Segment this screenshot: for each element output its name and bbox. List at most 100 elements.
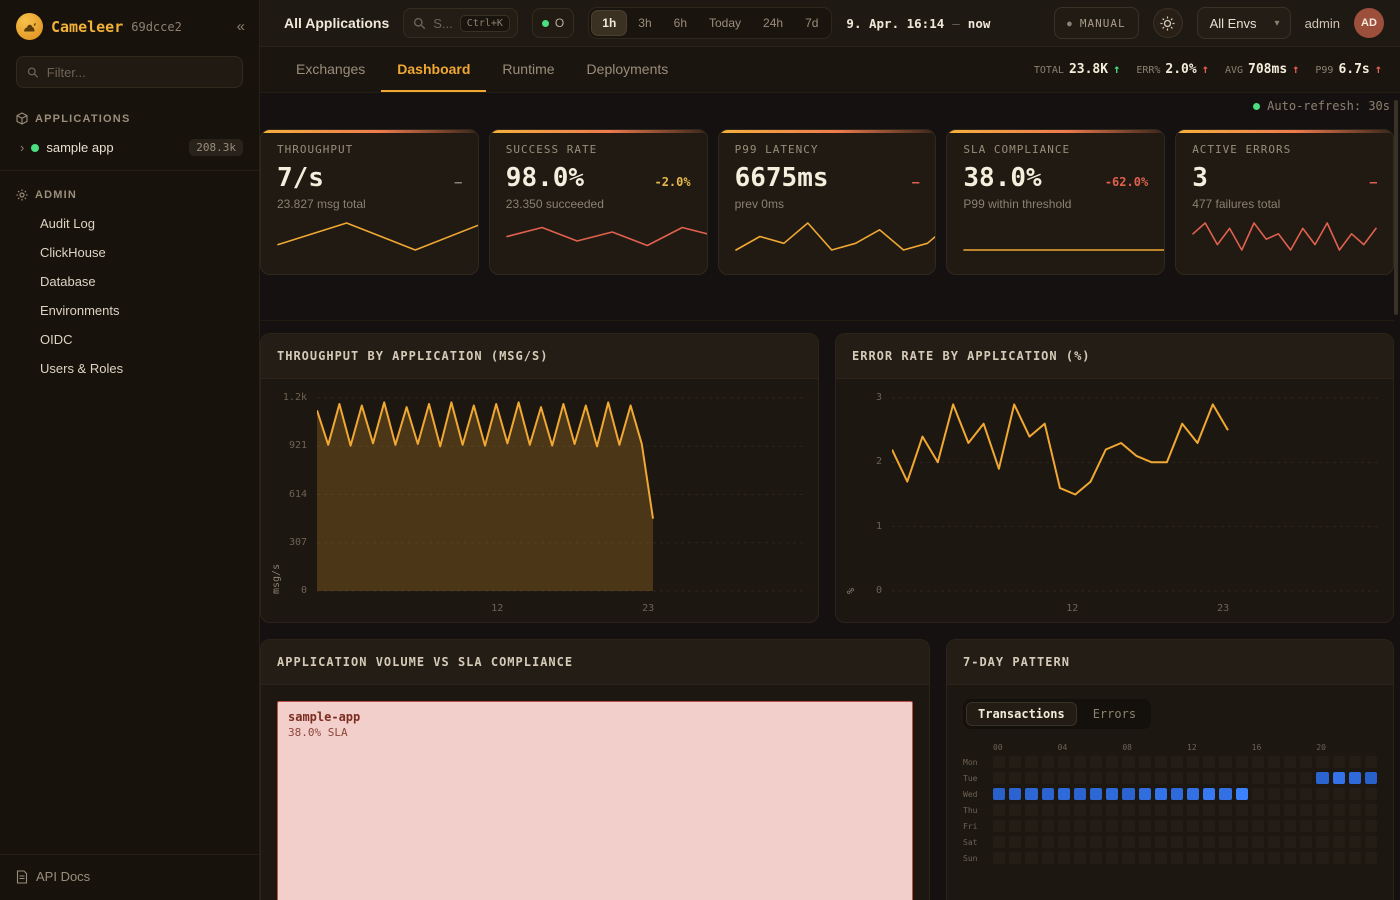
heatmap-cell[interactable] [1106,804,1118,816]
heatmap-cell[interactable] [1284,836,1296,848]
heatmap-cell[interactable] [1155,836,1167,848]
heatmap-cell[interactable] [1252,852,1264,864]
heatmap-cell[interactable] [1203,772,1215,784]
heatmap-cell[interactable] [1333,852,1345,864]
heatmap-cell[interactable] [1268,756,1280,768]
heatmap-cell[interactable] [1187,756,1199,768]
heatmap-cell[interactable] [1365,836,1377,848]
heatmap-cell[interactable] [1365,788,1377,800]
time-range-7d[interactable]: 7d [794,10,829,36]
heatmap-cell[interactable] [1139,852,1151,864]
heatmap-cell[interactable] [1203,756,1215,768]
heatmap-cell[interactable] [1009,804,1021,816]
heatmap-cell[interactable] [1074,836,1086,848]
env-select[interactable]: All Envs ▾ [1197,7,1291,39]
theme-toggle-button[interactable] [1153,8,1183,38]
heatmap-cell[interactable] [1252,820,1264,832]
heatmap-cell[interactable] [1042,756,1054,768]
heatmap-cell[interactable] [1090,852,1102,864]
heatmap-cell[interactable] [1219,820,1231,832]
heatmap-cell[interactable] [1122,788,1134,800]
heatmap-cell[interactable] [1106,836,1118,848]
heatmap-cell[interactable] [1300,820,1312,832]
heatmap-cell[interactable] [1349,836,1361,848]
heatmap-cell[interactable] [1171,772,1183,784]
heatmap-cell[interactable] [1236,836,1248,848]
time-range-3h[interactable]: 3h [627,10,662,36]
heatmap-cell[interactable] [1009,852,1021,864]
time-range-24h[interactable]: 24h [752,10,794,36]
heatmap-cell[interactable] [1252,772,1264,784]
heatmap-cell[interactable] [1042,820,1054,832]
heatmap-cell[interactable] [1252,756,1264,768]
heatmap-cell[interactable] [1187,836,1199,848]
sidebar-item-database[interactable]: Database [0,267,259,296]
avatar[interactable]: AD [1354,8,1384,38]
heatmap-cell[interactable] [1365,772,1377,784]
heatmap-cell[interactable] [1219,772,1231,784]
heatmap-cell[interactable] [1349,820,1361,832]
sidebar-item-audit-log[interactable]: Audit Log [0,209,259,238]
heatmap-cell[interactable] [1009,820,1021,832]
heatmap-cell[interactable] [1333,756,1345,768]
heatmap-cell[interactable] [1284,804,1296,816]
sidebar-item-environments[interactable]: Environments [0,296,259,325]
time-range-today[interactable]: Today [698,10,752,36]
heatmap-cell[interactable] [1300,836,1312,848]
heatmap-cell[interactable] [1058,756,1070,768]
heatmap-cell[interactable] [1074,820,1086,832]
heatmap-cell[interactable] [1316,804,1328,816]
sidebar-item-oidc[interactable]: OIDC [0,325,259,354]
sidebar-item-clickhouse[interactable]: ClickHouse [0,238,259,267]
heatmap-cell[interactable] [1090,820,1102,832]
heatmap-cell[interactable] [1187,852,1199,864]
filter-box[interactable] [16,56,243,88]
heatmap-cell[interactable] [1106,820,1118,832]
heatmap-cell[interactable] [1074,804,1086,816]
heatmap-cell[interactable] [1009,788,1021,800]
heatmap-cell[interactable] [1268,804,1280,816]
heatmap-cell[interactable] [1139,804,1151,816]
heatmap-cell[interactable] [1139,756,1151,768]
heatmap-cell[interactable] [1155,788,1167,800]
heatmap-cell[interactable] [1122,836,1134,848]
heatmap-cell[interactable] [1106,852,1118,864]
filter-input[interactable] [47,65,232,80]
heatmap-cell[interactable] [1171,788,1183,800]
sidebar-collapse-button[interactable]: « [237,18,245,35]
heatmap-cell[interactable] [1219,804,1231,816]
heatmap-cell[interactable] [1139,788,1151,800]
heatmap-cell[interactable] [1236,804,1248,816]
tab-deployments[interactable]: Deployments [571,47,685,92]
treemap-cell-sample-app[interactable]: sample-app 38.0% SLA [277,701,913,900]
heatmap-cell[interactable] [1155,804,1167,816]
heatmap-cell[interactable] [1074,788,1086,800]
heatmap-cell[interactable] [1074,852,1086,864]
scrollbar-thumb[interactable] [1394,100,1398,315]
heatmap-cell[interactable] [1252,804,1264,816]
heatmap-cell[interactable] [1106,772,1118,784]
heatmap-cell[interactable] [1042,804,1054,816]
heatmap-cell[interactable] [1122,772,1134,784]
heatmap-cell[interactable] [1268,820,1280,832]
heatmap-cell[interactable] [1219,788,1231,800]
heatmap-cell[interactable] [1300,772,1312,784]
heatmap-cell[interactable] [1058,772,1070,784]
heatmap-cell[interactable] [1268,772,1280,784]
heatmap-cell[interactable] [993,820,1005,832]
heatmap-cell[interactable] [1009,772,1021,784]
heatmap-cell[interactable] [1284,820,1296,832]
time-range-1h[interactable]: 1h [591,10,627,36]
heatmap-cell[interactable] [1284,788,1296,800]
heatmap-cell[interactable] [1058,804,1070,816]
heatmap-cell[interactable] [993,772,1005,784]
heatmap-cell[interactable] [1009,756,1021,768]
heatmap-cell[interactable] [1042,788,1054,800]
heatmap-cell[interactable] [1365,804,1377,816]
heatmap-cell[interactable] [1155,852,1167,864]
heatmap-cell[interactable] [1300,804,1312,816]
heatmap-cell[interactable] [1252,836,1264,848]
heatmap-cell[interactable] [1316,772,1328,784]
heatmap-cell[interactable] [1333,820,1345,832]
tab-runtime[interactable]: Runtime [486,47,570,92]
